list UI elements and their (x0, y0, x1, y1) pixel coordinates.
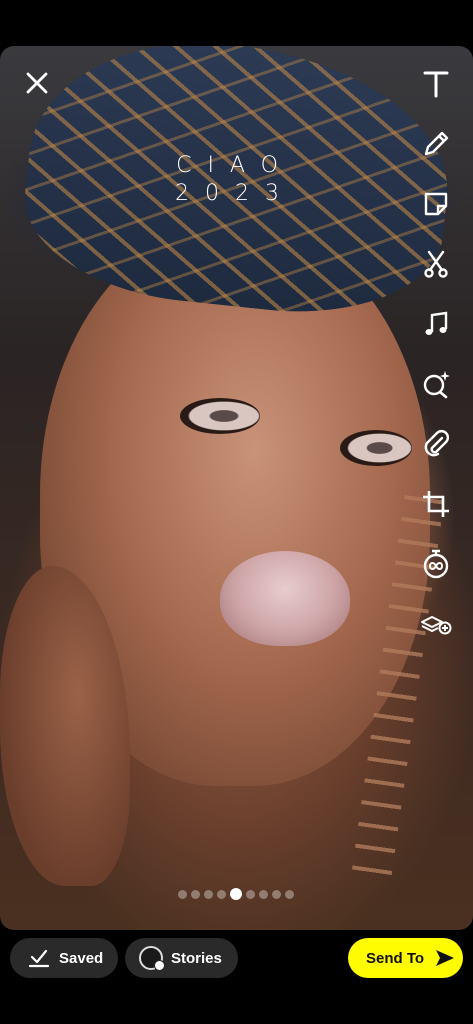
download-icon (28, 949, 50, 968)
caption-line-1: CIAO (176, 153, 294, 178)
right-eye (340, 430, 412, 466)
bottom-bar: Saved Stories Send To (0, 930, 473, 1024)
edit-toolbar (414, 62, 458, 662)
scissors-tool-button[interactable] (414, 242, 458, 286)
music-icon (425, 311, 448, 335)
pencil-icon (424, 131, 449, 156)
sticker-tool-button[interactable] (414, 182, 458, 226)
page-dot-active (230, 888, 242, 900)
left-eye (180, 398, 260, 434)
page-dot (204, 889, 213, 899)
lens-tool-button[interactable] (414, 362, 458, 406)
send-arrow-icon (436, 950, 455, 966)
close-icon (26, 72, 48, 94)
timer-tool-button[interactable] (414, 542, 458, 586)
sticker-icon (424, 192, 448, 216)
stories-label: Stories (171, 949, 222, 967)
stories-button[interactable]: Stories (125, 938, 238, 978)
page-dot (272, 889, 281, 899)
text-icon (423, 71, 449, 98)
page-dot (246, 889, 255, 899)
text-tool-button[interactable] (414, 62, 458, 106)
timer-icon (423, 549, 449, 579)
scissors-icon (424, 250, 448, 278)
page-dot (217, 889, 226, 899)
music-tool-button[interactable] (414, 302, 458, 346)
attachment-icon (424, 430, 449, 457)
caption-line-2: 2023 (175, 181, 295, 206)
saved-label: Saved (59, 949, 104, 967)
saved-button[interactable]: Saved (10, 938, 118, 978)
draw-tool-button[interactable] (414, 122, 458, 166)
page-dot (285, 889, 294, 899)
crop-tool-button[interactable] (414, 482, 458, 526)
close-button[interactable] (18, 64, 56, 102)
bitmoji-avatar-icon (139, 946, 165, 971)
snap-caption[interactable]: CIAO 2023 (150, 152, 320, 208)
attachment-tool-button[interactable] (414, 422, 458, 466)
page-dot (178, 889, 187, 899)
layers-add-icon (421, 616, 452, 635)
send-to-label: Send To (366, 949, 425, 967)
page-dot (259, 889, 268, 899)
page-dot (191, 889, 200, 899)
page-indicator (178, 888, 294, 900)
send-to-button[interactable]: Send To (348, 938, 463, 978)
lens-icon (423, 371, 450, 399)
layers-add-tool-button[interactable] (414, 602, 458, 646)
crop-icon (423, 491, 449, 517)
lips (220, 551, 350, 646)
